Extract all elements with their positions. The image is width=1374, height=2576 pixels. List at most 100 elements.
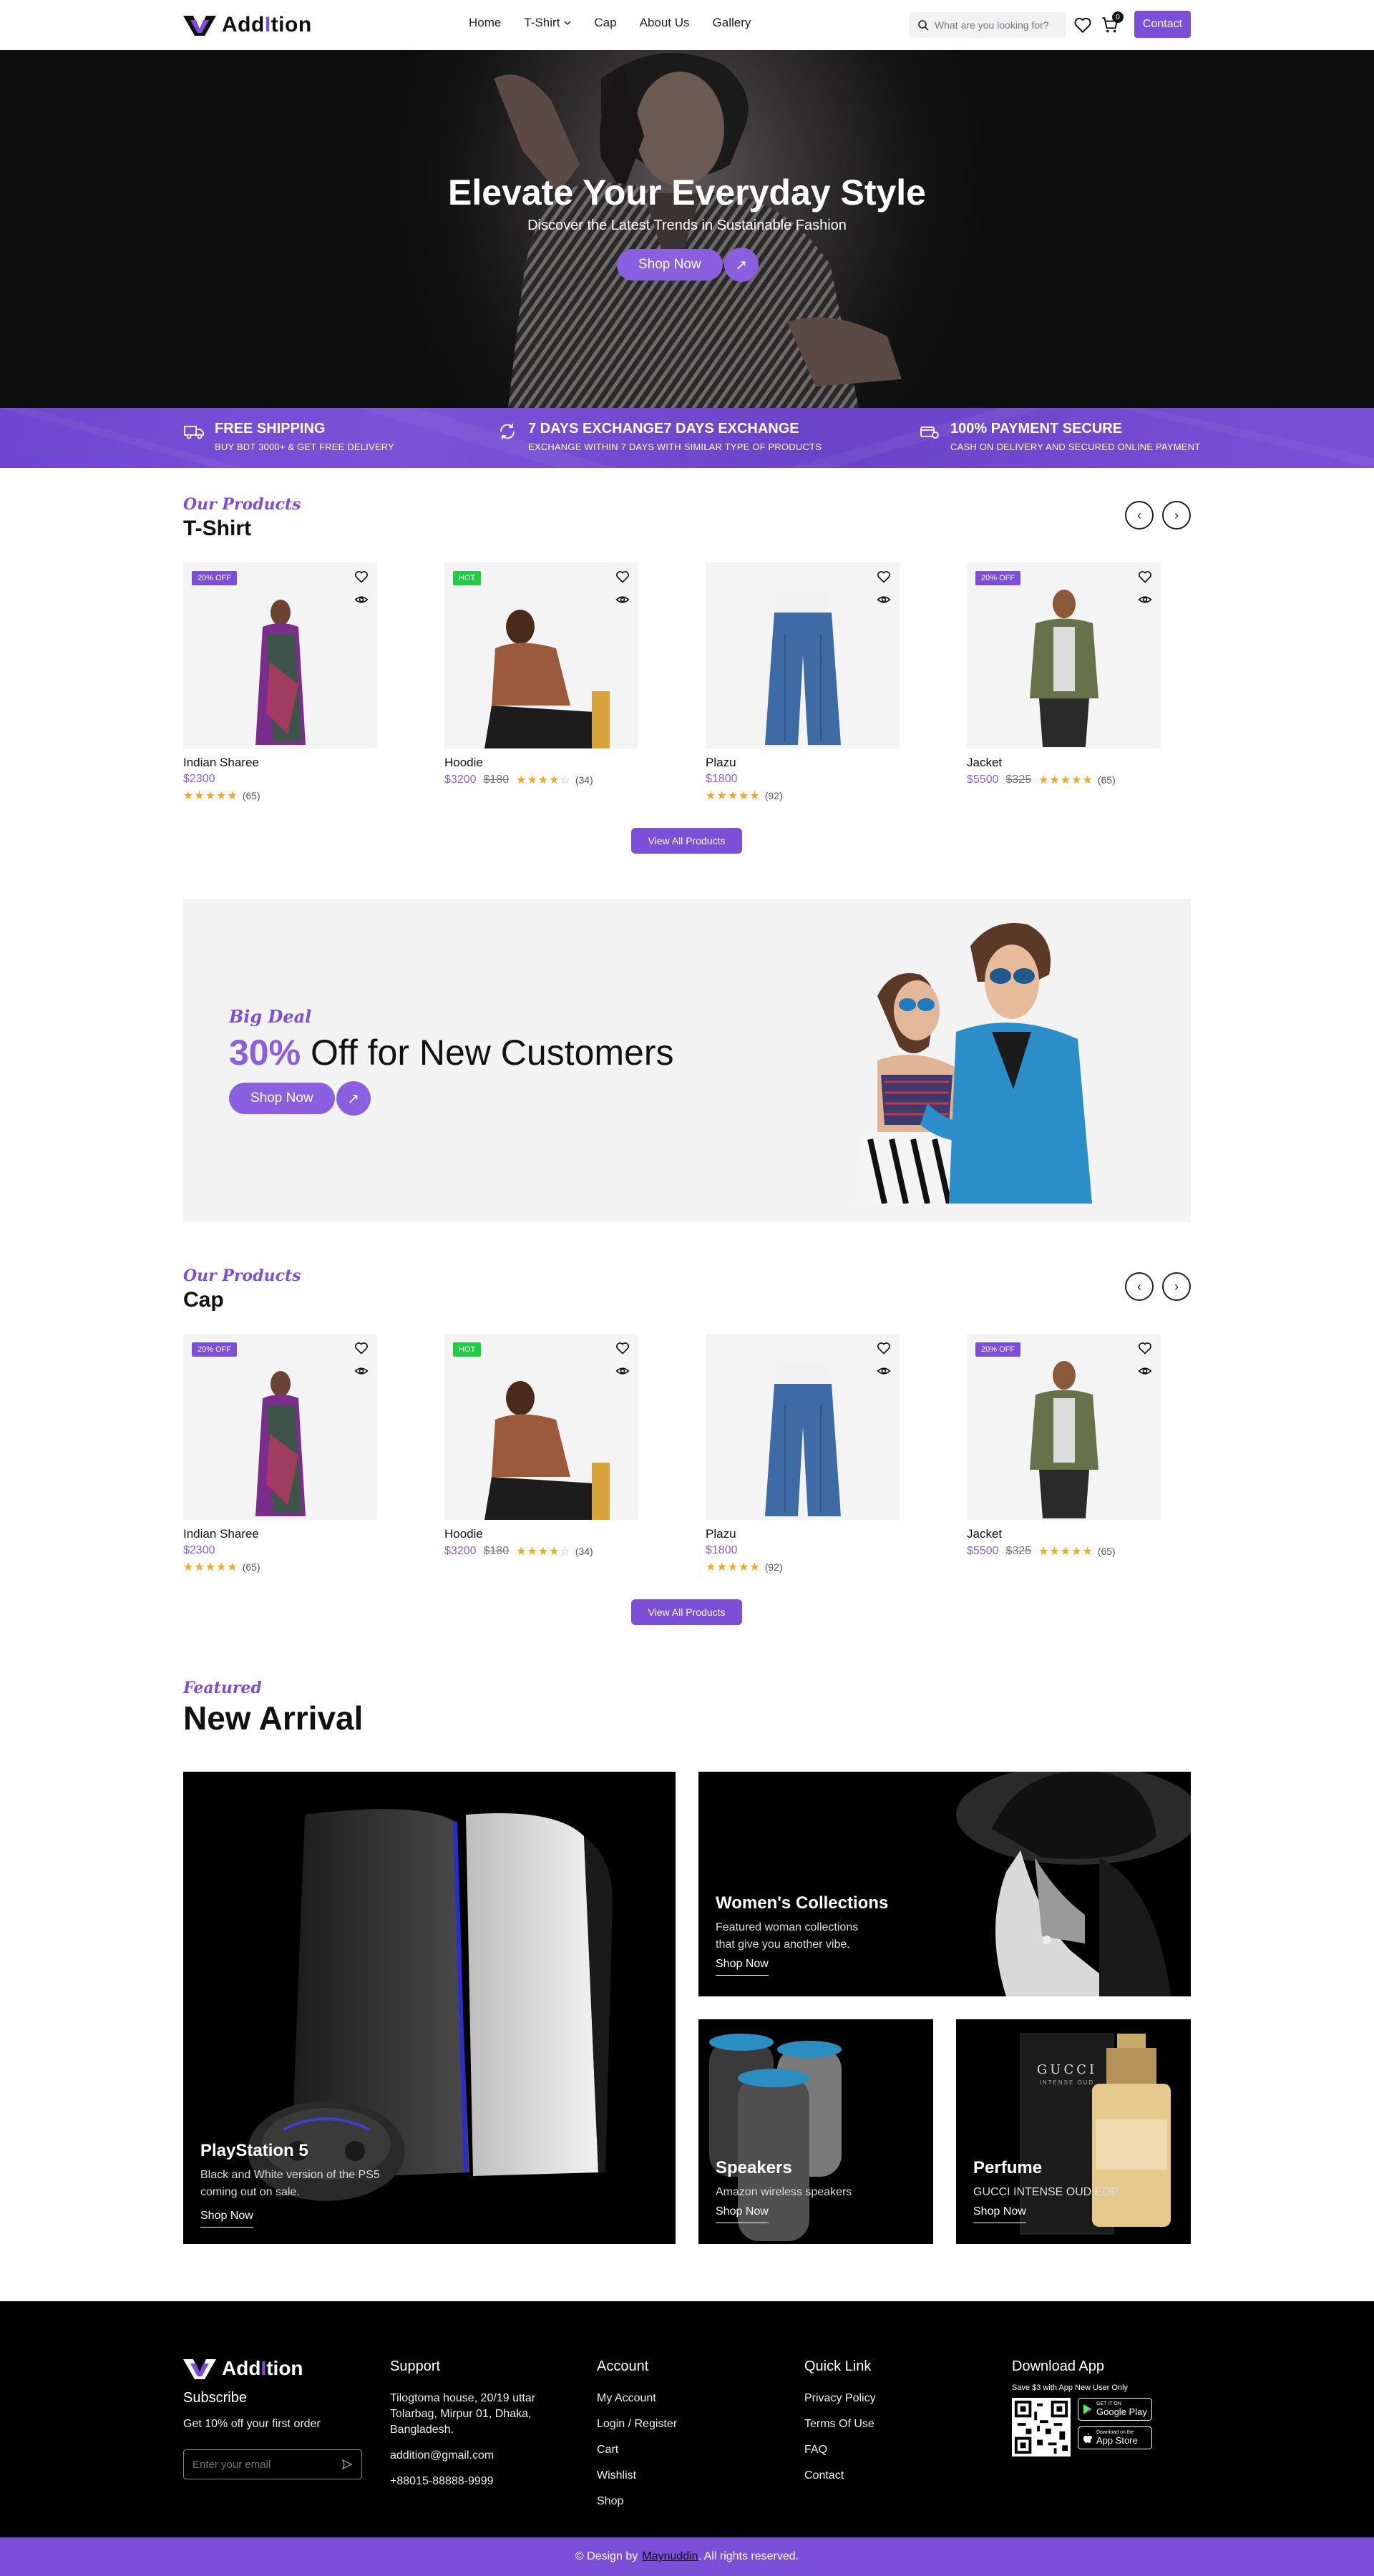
shop-now-link[interactable]: Shop Now xyxy=(716,2205,769,2223)
product-image-box[interactable]: 20% OFF xyxy=(967,1334,1161,1520)
cart-button[interactable]: 0 xyxy=(1101,11,1124,34)
nav-home[interactable]: Home xyxy=(469,16,501,30)
refresh-icon xyxy=(500,424,515,439)
account-link-shop[interactable]: Shop xyxy=(597,2494,677,2509)
shop-now-link[interactable]: Shop Now xyxy=(716,1958,769,1976)
deal-shop-now[interactable]: Shop Now ↗ xyxy=(229,1081,371,1116)
hero-shop-now-button[interactable]: Shop Now xyxy=(617,249,723,280)
nav-tshirt[interactable]: T-Shirt xyxy=(524,16,571,30)
tile-perfume[interactable]: GUCCI INTENSE OUD Perfume GUCCI INTENSE … xyxy=(956,2019,1191,2244)
product-price: $1800 xyxy=(706,1544,738,1556)
nav-about[interactable]: About Us xyxy=(640,16,690,30)
product-image-box[interactable]: 20% OFF xyxy=(967,562,1161,748)
nav-cap[interactable]: Cap xyxy=(594,16,616,30)
eye-icon[interactable] xyxy=(877,1364,891,1378)
shop-now-link[interactable]: Shop Now xyxy=(200,2210,253,2228)
product-image-box[interactable]: HOT xyxy=(444,562,638,748)
product-card[interactable]: HOT Hoodie $3200 $180 ★★★★☆ (34) xyxy=(444,1334,638,1574)
quick-link-privacy[interactable]: Privacy Policy xyxy=(804,2391,876,2406)
product-image-box[interactable] xyxy=(706,562,900,748)
product-card[interactable]: 20% OFF Jacket $5500 $325 ★★★★★ (65) xyxy=(967,562,1161,803)
contact-button[interactable]: Contact xyxy=(1134,11,1191,38)
star-filled-icon: ★ xyxy=(537,1546,550,1558)
account-link-my-account[interactable]: My Account xyxy=(597,2391,677,2406)
eye-icon[interactable] xyxy=(1138,592,1152,607)
product-image-box[interactable]: HOT xyxy=(444,1334,638,1520)
product-rating: ★★★★★ (92) xyxy=(706,1560,900,1574)
star-filled-icon: ★ xyxy=(1060,774,1072,786)
product-card[interactable]: Plazu $1800 ★★★★★ (92) xyxy=(706,562,900,803)
tile-speakers[interactable]: Speakers Amazon wireless speakers Shop N… xyxy=(698,2019,933,2244)
account-link-cart[interactable]: Cart xyxy=(597,2442,677,2458)
site-header: AddItion Home T-Shirt Cap About Us Galle… xyxy=(0,0,1374,50)
arrow-up-right-icon[interactable]: ↗ xyxy=(723,248,759,282)
tile-women-collections[interactable]: Women's Collections Featured woman colle… xyxy=(698,1772,1191,1996)
support-phone[interactable]: +88015-88888-9999 xyxy=(390,2474,555,2489)
heart-icon[interactable] xyxy=(354,570,369,584)
heart-icon[interactable] xyxy=(877,1341,891,1355)
google-play-button[interactable]: GET IT ON Google Play xyxy=(1078,2398,1152,2421)
app-store-button[interactable]: Download on the App Store xyxy=(1078,2426,1152,2449)
heart-icon[interactable] xyxy=(1138,1341,1152,1355)
product-image-box[interactable]: 20% OFF xyxy=(183,562,377,748)
quick-link-faq[interactable]: FAQ xyxy=(804,2442,876,2458)
hero-shop-now[interactable]: Shop Now ↗ xyxy=(617,248,759,282)
deal-shop-now-button[interactable]: Shop Now xyxy=(229,1083,335,1114)
star-filled-icon: ★ xyxy=(1082,1546,1093,1558)
subscribe-title: Subscribe xyxy=(183,2390,247,2406)
support-email[interactable]: addition@gmail.com xyxy=(390,2448,555,2464)
shop-now-link[interactable]: Shop Now xyxy=(973,2205,1026,2223)
star-filled-icon: ★ xyxy=(1082,774,1093,786)
footer-account: Account My Account Login / Register Cart… xyxy=(597,2358,677,2519)
quick-link-terms[interactable]: Terms Of Use xyxy=(804,2416,876,2432)
star-rating: ★★★★★ xyxy=(1038,1544,1093,1558)
product-image-box[interactable] xyxy=(706,1334,900,1520)
eye-icon[interactable] xyxy=(615,1364,630,1378)
account-link-wishlist[interactable]: Wishlist xyxy=(597,2468,677,2484)
heart-icon[interactable] xyxy=(354,1341,369,1355)
eye-icon[interactable] xyxy=(1138,1364,1152,1378)
chevron-left-icon[interactable]: ‹ xyxy=(1125,1272,1154,1301)
support-title: Support xyxy=(390,2358,441,2374)
eye-icon[interactable] xyxy=(354,592,369,607)
brand-name: AddItion xyxy=(222,2357,303,2379)
eye-icon[interactable] xyxy=(354,1364,369,1378)
view-all-products-button[interactable]: View All Products xyxy=(631,1599,742,1625)
product-section-cap: Our Products Cap ‹ › 20% OFF Indian Shar… xyxy=(183,1267,1191,1639)
chevron-right-icon[interactable]: › xyxy=(1162,1272,1191,1301)
product-card[interactable]: HOT Hoodie $3200 $180 ★★★★☆ (34) xyxy=(444,562,638,803)
heart-icon[interactable] xyxy=(877,570,891,584)
heart-icon[interactable] xyxy=(1138,570,1152,584)
search-input[interactable] xyxy=(935,19,1056,31)
author-link[interactable]: Maynuddin xyxy=(642,2550,698,2563)
view-all-products-button[interactable]: View All Products xyxy=(631,828,742,854)
account-link-login[interactable]: Login / Register xyxy=(597,2416,677,2432)
tile-playstation[interactable]: PlayStation 5 Black and White version of… xyxy=(183,1772,676,2244)
send-icon[interactable] xyxy=(341,2459,353,2470)
chevron-left-icon[interactable]: ‹ xyxy=(1125,501,1154,530)
eye-icon[interactable] xyxy=(877,592,891,607)
search-icon xyxy=(918,20,929,31)
arrow-up-right-icon[interactable]: ↗ xyxy=(336,1081,371,1116)
heart-icon[interactable] xyxy=(615,570,630,584)
email-input[interactable] xyxy=(193,2458,328,2471)
star-filled-icon: ★ xyxy=(516,774,527,786)
eye-icon[interactable] xyxy=(615,592,630,607)
quick-link-contact[interactable]: Contact xyxy=(804,2468,876,2484)
footer-logo[interactable]: AddItion xyxy=(183,2357,362,2380)
product-card[interactable]: 20% OFF Indian Sharee $2300 ★★★★★ (65) xyxy=(183,562,377,803)
product-card[interactable]: 20% OFF Jacket $5500 $325 ★★★★★ (65) xyxy=(967,1334,1161,1574)
product-image-box[interactable]: 20% OFF xyxy=(183,1334,377,1520)
star-filled-icon: ★ xyxy=(739,1561,750,1574)
star-filled-icon: ★ xyxy=(549,1546,560,1558)
brand-logo[interactable]: AddItion xyxy=(183,13,312,37)
nav-gallery[interactable]: Gallery xyxy=(713,16,751,30)
star-filled-icon: ★ xyxy=(516,1546,527,1558)
wishlist-heart-icon[interactable] xyxy=(1073,16,1092,34)
star-filled-icon: ★ xyxy=(749,1561,761,1574)
product-card[interactable]: 20% OFF Indian Sharee $2300 ★★★★★ (65) xyxy=(183,1334,377,1574)
tile-title: Perfume xyxy=(973,2158,1043,2177)
chevron-right-icon[interactable]: › xyxy=(1162,501,1191,530)
heart-icon[interactable] xyxy=(615,1341,630,1355)
product-card[interactable]: Plazu $1800 ★★★★★ (92) xyxy=(706,1334,900,1574)
